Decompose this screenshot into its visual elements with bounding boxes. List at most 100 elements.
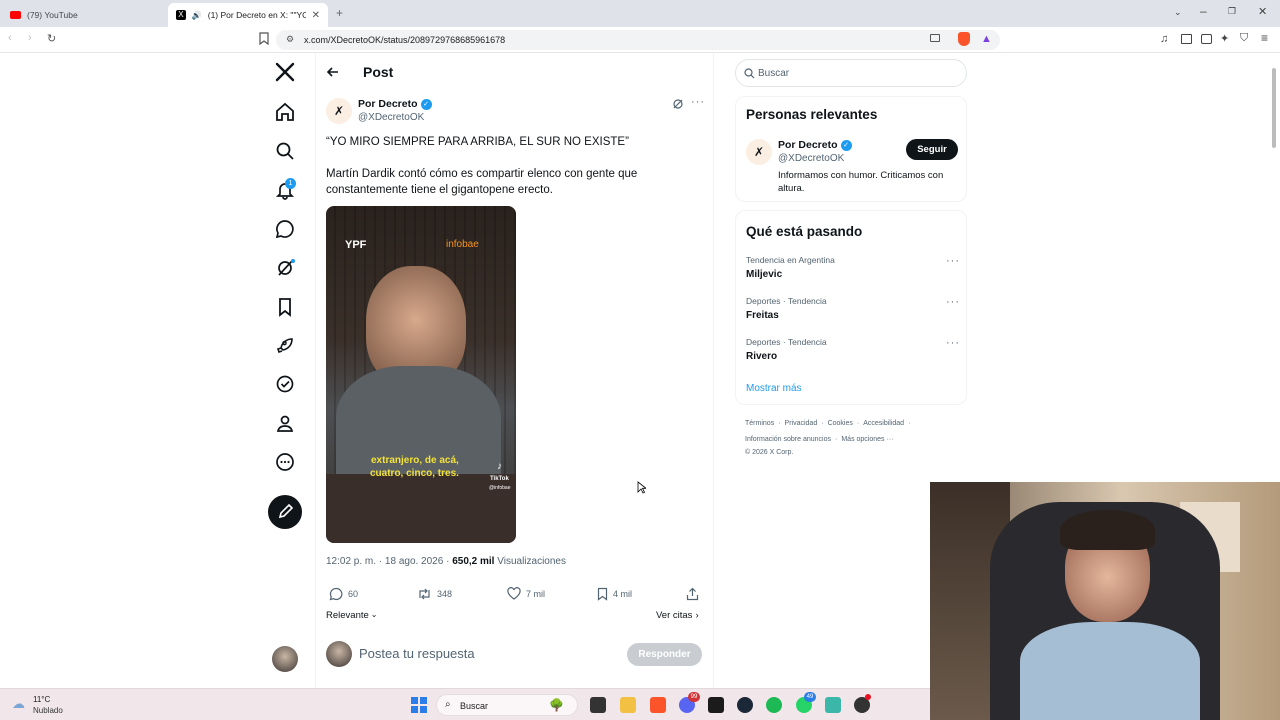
x-logo-icon[interactable] [275,62,295,82]
brave-rewards-icon[interactable]: ▲ [981,33,992,45]
author-name[interactable]: Por Decreto [358,98,418,110]
footer-row-2: Información sobre anuncios · Más opciones… [745,436,894,443]
footer-link-ads-info[interactable]: Información sobre anuncios [745,436,831,443]
reload-icon[interactable]: ↻ [47,32,56,45]
reply-submit-button[interactable]: Responder [627,643,702,666]
new-tab-icon[interactable]: + [336,6,343,20]
trend-item[interactable]: Deportes · Tendencia Rivero [746,337,827,362]
post-time[interactable]: 12:02 p. m. · 18 ago. 2026 · [326,556,449,567]
scrollbar-thumb[interactable] [1272,68,1276,148]
webcam-shirt [1020,622,1200,720]
forward-icon[interactable]: › [28,32,32,44]
terminal-icon[interactable] [708,697,724,713]
restore-icon[interactable]: ❐ [1228,6,1236,17]
audio-app-icon[interactable] [825,697,841,713]
footer-link-accessibility[interactable]: Accesibilidad [863,420,904,427]
tab-x-post[interactable]: X 🔊 (1) Por Decreto en X: ""YO MI... ✕ [168,3,328,27]
like-button[interactable]: 7 mil [507,587,545,600]
home-icon[interactable] [274,101,296,123]
messages-icon[interactable] [274,218,296,240]
site-settings-icon[interactable]: ⚙ [286,34,294,45]
menu-icon[interactable]: ≡ [1261,31,1268,45]
music-icon[interactable]: ♫ [1160,33,1168,45]
reply-avatar [326,641,352,667]
author-name-row[interactable]: Por Decreto ✓ [358,98,432,110]
close-window-icon[interactable]: ✕ [1258,5,1267,18]
relevant-people-title: Personas relevantes [746,107,878,122]
trend-item[interactable]: Tendencia en Argentina Miljevic [746,255,835,280]
vpn-icon[interactable]: ⛉ [1240,32,1248,45]
leo-ai-icon[interactable]: ✦ [1220,32,1229,45]
minimize-icon[interactable]: – [1200,4,1207,18]
windows-start-icon[interactable] [411,697,427,713]
brave-browser-icon[interactable] [650,697,666,713]
task-view-icon[interactable] [590,697,606,713]
sort-replies-dropdown[interactable]: Relevante ⌄ [326,610,377,621]
page-scrollbar[interactable] [1270,56,1278,486]
wallet-icon[interactable] [1201,34,1212,44]
file-explorer-icon[interactable] [620,697,636,713]
person-bio: Informamos con humor. Criticamos con alt… [778,170,944,194]
grok-explain-icon[interactable] [672,98,684,110]
search-icon: ⌕ [445,699,451,710]
post-more-icon[interactable]: ··· [691,96,705,108]
grok-icon[interactable] [274,257,296,279]
reply-icon [329,587,343,601]
footer-link-privacy[interactable]: Privacidad [785,420,818,427]
trend-item[interactable]: Deportes · Tendencia Freitas [746,296,827,321]
weather-desc[interactable]: Nublado [33,706,63,715]
follow-button[interactable]: Seguir [906,139,958,160]
discord-badge: 99 [688,692,700,702]
author-avatar[interactable]: ✗ [326,98,352,124]
mouse-cursor-icon [637,481,646,494]
quotes-label: Ver citas [656,610,693,621]
reply-button[interactable]: 60 [329,587,358,601]
post-video[interactable]: YPF infobae extranjero, de acá, cuatro, … [326,206,516,543]
account-avatar[interactable] [272,646,298,672]
youtube-icon [10,11,21,19]
bookmark-page-icon[interactable] [259,32,269,45]
reply-count: 60 [348,589,359,599]
search-box[interactable]: Buscar [735,59,967,87]
view-quotes-link[interactable]: Ver citas › [656,610,699,621]
trend-more-icon[interactable]: ··· [946,255,960,267]
footer-link-more[interactable]: Más opciones ··· [841,436,893,443]
show-more-link[interactable]: Mostrar más [746,383,802,394]
close-tab-icon[interactable]: ✕ [312,10,320,21]
more-options-icon[interactable] [274,451,296,473]
brave-shield-icon[interactable] [958,32,970,46]
whatsapp-badge: 49 [804,692,816,702]
share-button[interactable] [686,587,699,601]
weather-temp[interactable]: 11°C [33,695,50,704]
steam-icon[interactable] [737,697,753,713]
reply-input[interactable]: Postea tu respuesta [359,646,475,661]
verified-badge-icon[interactable] [274,373,296,395]
author-handle[interactable]: @XDecretoOK [358,112,424,123]
bookmarks-icon[interactable] [274,296,296,318]
person-name-row[interactable]: Por Decreto ✓ [778,139,852,151]
person-avatar[interactable]: ✗ [746,139,772,165]
trend-more-icon[interactable]: ··· [946,337,960,349]
trend-more-icon[interactable]: ··· [946,296,960,308]
repost-button[interactable]: 348 [417,587,452,601]
cast-icon[interactable] [930,34,940,42]
search-icon[interactable] [274,140,296,162]
webcam-hair [1060,510,1155,550]
back-arrow-icon[interactable] [326,65,340,79]
footer-link-terms[interactable]: Términos [745,420,774,427]
tab-youtube[interactable]: (79) YouTube [2,3,166,27]
rocket-icon[interactable] [274,335,296,357]
compose-post-button[interactable] [268,495,302,529]
tiktok-icon: ♪ [497,461,502,472]
sidebar-toggle-icon[interactable] [1181,34,1192,44]
post-body: Martín Dardik contó cómo es compartir el… [326,168,638,196]
back-icon[interactable]: ‹ [8,32,12,44]
profile-icon[interactable] [274,412,296,434]
like-count: 7 mil [526,588,546,599]
footer-link-cookies[interactable]: Cookies [828,420,853,427]
verified-check-icon: ✓ [420,98,432,110]
bookmark-button[interactable]: 4 mil [597,587,632,601]
taskbar-search-box[interactable]: ⌕ Buscar 🌳 [436,694,578,716]
spotify-icon[interactable] [766,697,782,713]
tab-list-icon[interactable]: ⌄ [1174,7,1182,18]
